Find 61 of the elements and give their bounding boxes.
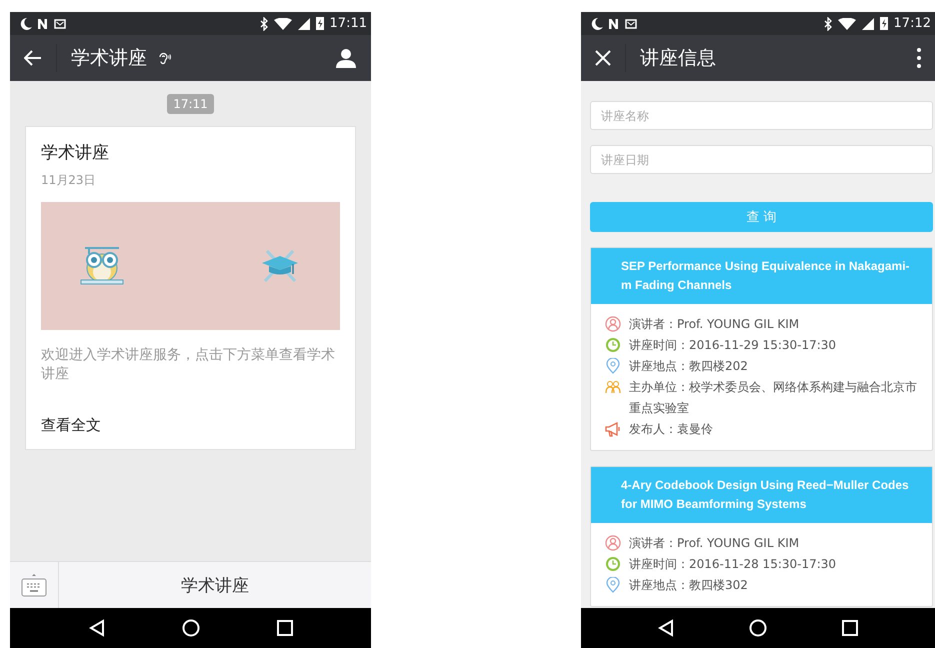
n-logo-icon bbox=[38, 18, 48, 30]
signal-icon bbox=[298, 18, 310, 30]
menu-item[interactable]: 学术讲座 bbox=[59, 562, 371, 608]
graduation-cap-drawing bbox=[260, 248, 300, 284]
lecture-detail: 演讲者：Prof. YOUNG GIL KIM bbox=[629, 535, 800, 552]
lecture-card[interactable]: SEP Performance Using Equivalence in Nakagami-m Fading Channels 演讲者：Prof. YOUNG GIL KIM 讲座时间：2016-11-29 15:30-17:30 讲座地点：教四楼202 主办单位：校学术委员会、网络体系构建与融合北京市重点实验室 发布人：袁曼伶 bbox=[590, 247, 933, 451]
article-card[interactable]: 学术讲座 11月23日 欢迎进入学术讲座服务，点击下方菜单查看学术讲座 查看全文 bbox=[25, 126, 356, 450]
lecture-card[interactable]: 4-Ary Codebook Design Using Reed−Muller Codes for MIMO Beamforming Systems 演讲者：Prof. YOUNG GIL KIM 讲座时间：2016-11-28 15:30-17:30 讲座地点：教四楼302 bbox=[590, 466, 933, 607]
location-pin-icon bbox=[605, 358, 621, 374]
n-logo-icon bbox=[609, 18, 619, 30]
page-title: 讲座信息 bbox=[640, 46, 716, 71]
megaphone-icon bbox=[605, 421, 621, 437]
owl-drawing bbox=[79, 246, 125, 286]
lecture-detail: 发布人：袁曼伶 bbox=[629, 421, 714, 438]
lecture-detail: 讲座时间：2016-11-29 15:30-17:30 bbox=[629, 337, 838, 354]
home-circle-icon[interactable] bbox=[182, 619, 200, 637]
ear-icon bbox=[157, 51, 171, 65]
lecture-detail: 演讲者：Prof. YOUNG GIL KIM bbox=[629, 316, 800, 333]
lecture-title: 4-Ary Codebook Design Using Reed−Muller Codes for MIMO Beamforming Systems bbox=[591, 467, 932, 523]
lecture-detail: 讲座地点：教四楼302 bbox=[629, 577, 749, 594]
wifi-icon bbox=[274, 18, 292, 30]
lecture-detail: 讲座时间：2016-11-28 15:30-17:30 bbox=[629, 556, 838, 573]
bluetooth-icon bbox=[260, 16, 268, 30]
article-date: 11月23日 bbox=[41, 172, 97, 189]
input-field[interactable]: 讲座日期 bbox=[590, 145, 933, 174]
message-timestamp: 17:11 bbox=[167, 94, 214, 114]
wifi-icon bbox=[838, 18, 856, 30]
clock-time: 17:12 bbox=[894, 16, 931, 31]
lecture-detail: 讲座地点：教四楼202 bbox=[629, 358, 749, 375]
chat-title: 学术讲座 bbox=[71, 46, 147, 71]
moon-icon bbox=[591, 16, 603, 30]
clock-time: 17:11 bbox=[330, 16, 367, 31]
clock-icon bbox=[605, 556, 621, 572]
keyboard-icon bbox=[21, 573, 47, 597]
person-icon bbox=[605, 316, 621, 332]
clock-icon bbox=[605, 337, 621, 353]
lecture-detail: 主办单位：校学术委员会、网络体系构建与融合北京市重点实验室 bbox=[629, 379, 918, 417]
home-circle-icon[interactable] bbox=[748, 619, 767, 637]
recents-square-icon[interactable] bbox=[842, 620, 858, 636]
read-full-text-link[interactable]: 查看全文 bbox=[41, 416, 340, 435]
article-title: 学术讲座 bbox=[41, 142, 110, 164]
more-menu-icon[interactable] bbox=[917, 48, 921, 68]
close-icon[interactable] bbox=[595, 50, 611, 66]
location-pin-icon bbox=[605, 577, 621, 593]
article-summary: 欢迎进入学术讲座服务，点击下方菜单查看学术讲座 bbox=[41, 346, 336, 384]
back-triangle-icon[interactable] bbox=[658, 619, 674, 637]
bluetooth-icon bbox=[824, 16, 832, 30]
mail-icon bbox=[625, 18, 637, 28]
back-arrow-icon[interactable] bbox=[24, 50, 42, 66]
person-icon[interactable] bbox=[335, 47, 357, 69]
people-icon bbox=[605, 379, 621, 395]
moon-icon bbox=[20, 16, 32, 30]
battery-icon bbox=[880, 17, 888, 30]
back-triangle-icon[interactable] bbox=[88, 619, 104, 637]
battery-icon bbox=[316, 17, 324, 30]
lecture-title: SEP Performance Using Equivalence in Nakagami-m Fading Channels bbox=[591, 248, 932, 304]
signal-icon bbox=[862, 18, 874, 30]
input-field[interactable]: 讲座名称 bbox=[590, 101, 933, 130]
recents-square-icon[interactable] bbox=[276, 620, 292, 636]
person-icon bbox=[605, 535, 621, 551]
mail-icon bbox=[54, 18, 66, 28]
